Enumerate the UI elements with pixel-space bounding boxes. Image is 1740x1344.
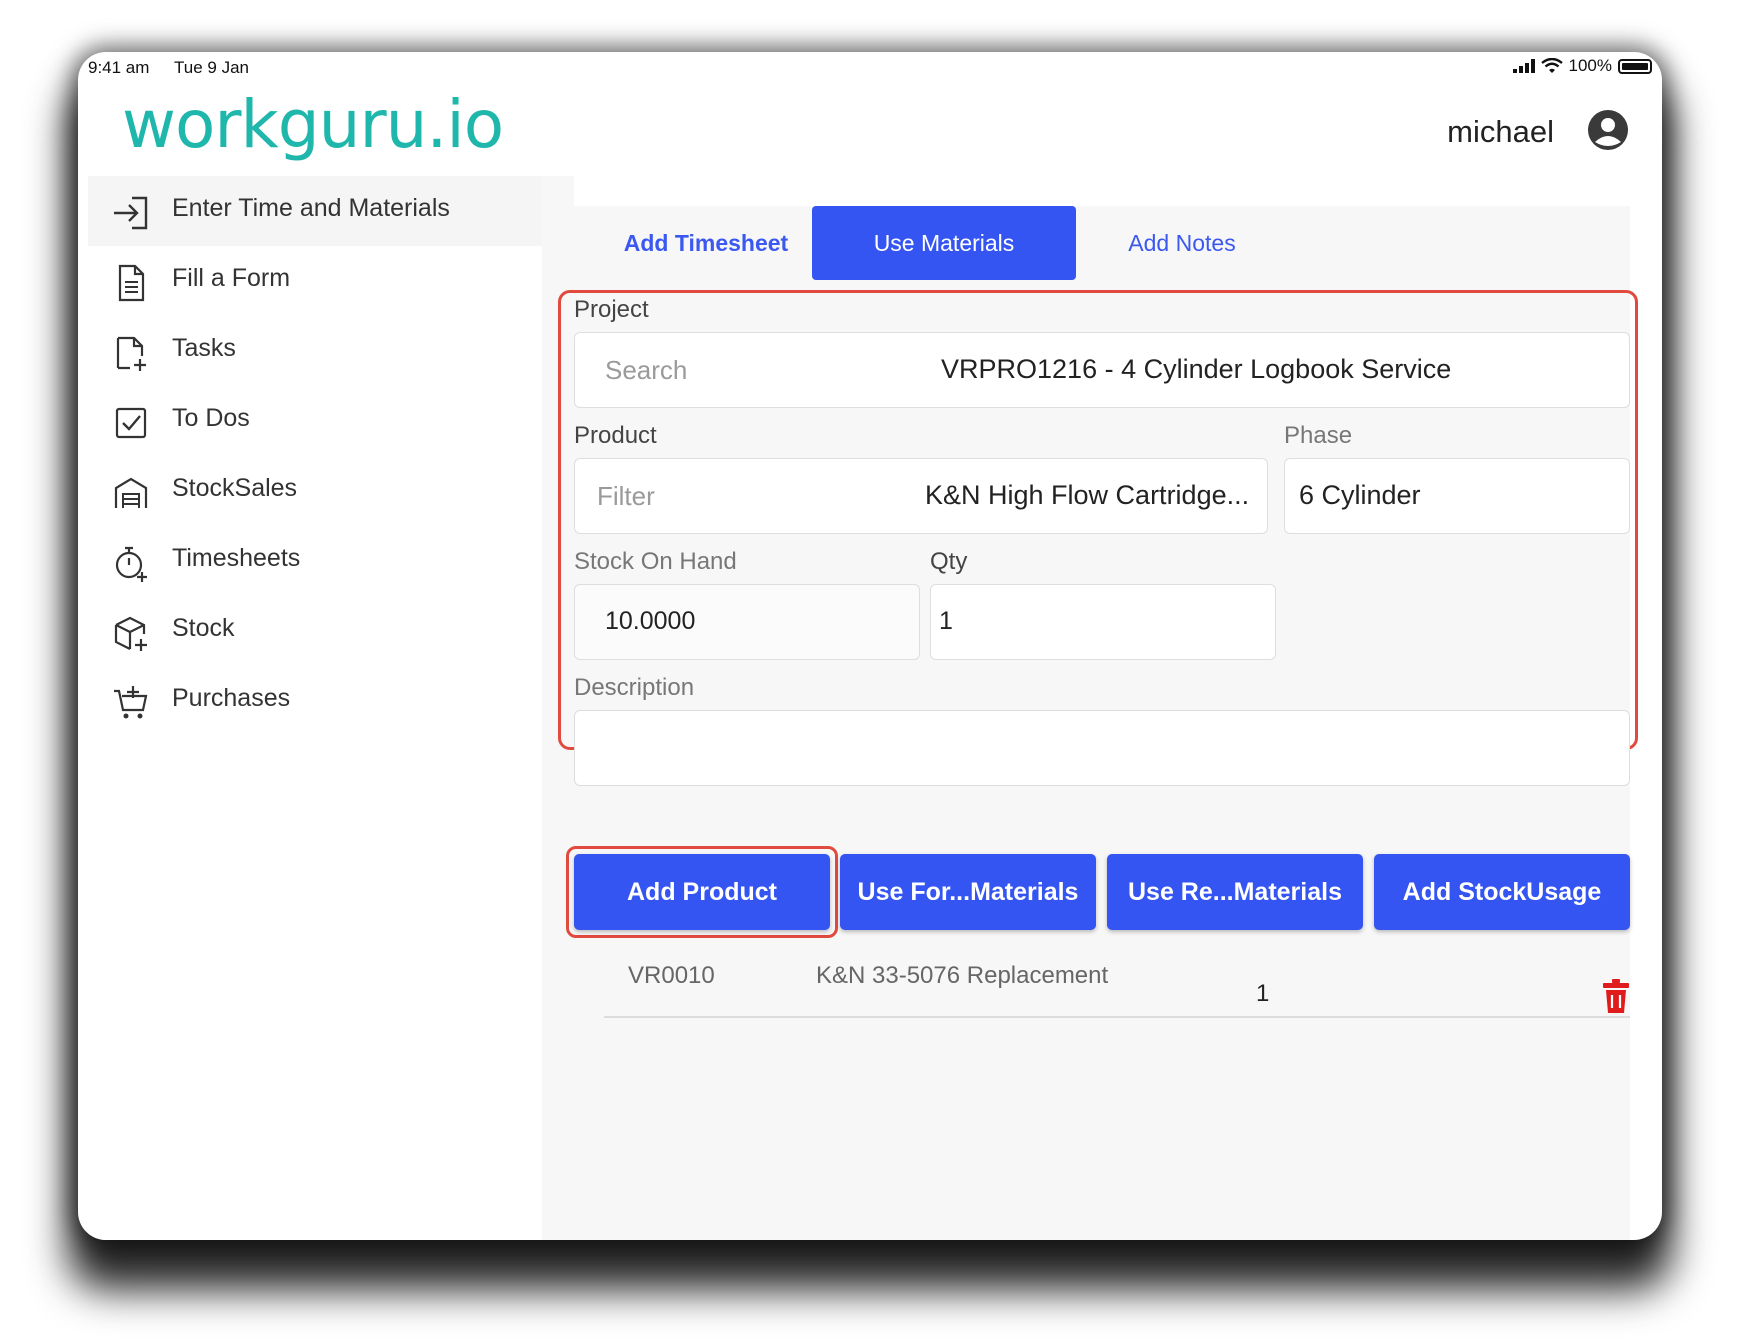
material-code: VR0010: [628, 962, 715, 989]
stock-on-hand-value: 10.0000: [605, 607, 696, 635]
trash-icon[interactable]: [1602, 978, 1630, 1014]
username: michael: [1447, 114, 1554, 149]
sidebar-item-timesheets[interactable]: Timesheets: [88, 526, 542, 596]
status-date: Tue 9 Jan: [174, 58, 249, 77]
add-stock-usage-button[interactable]: Add StockUsage: [1374, 854, 1630, 930]
cart-add-icon: [114, 686, 148, 719]
product-label: Product: [574, 422, 657, 449]
row-divider: [604, 1016, 1630, 1018]
sidebar-item-label: To Dos: [172, 404, 250, 432]
sidebar-item-label: StockSales: [172, 474, 298, 502]
phase-value: 6 Cylinder: [1299, 480, 1421, 510]
sidebar-item-tasks[interactable]: Tasks: [88, 316, 542, 386]
sidebar-item-label: Stock: [172, 614, 235, 642]
sidebar-item-label: Enter Time and Materials: [172, 194, 450, 222]
sign-in-icon: [114, 196, 148, 230]
material-description: K&N 33-5076 Replacement: [816, 962, 1109, 989]
sidebar-item-label: Tasks: [172, 334, 236, 362]
sidebar-item-purchases[interactable]: Purchases: [88, 666, 542, 736]
tab-add-timesheet[interactable]: Add Timesheet: [574, 206, 838, 280]
battery-icon: [1618, 58, 1652, 74]
stopwatch-icon: [115, 546, 147, 582]
battery-percent: 100%: [1568, 56, 1612, 75]
qty-input[interactable]: 1: [930, 584, 1276, 660]
project-value: VRPRO1216 - 4 Cylinder Logbook Service: [941, 354, 1452, 384]
sidebar: Enter Time and Materials Fill a Form Tas…: [88, 176, 542, 1240]
project-label: Project: [574, 296, 649, 323]
sidebar-item-label: Timesheets: [172, 544, 301, 572]
qty-value: 1: [939, 607, 953, 635]
sidebar-item-stock[interactable]: Stock: [88, 596, 542, 666]
sidebar-item-label: Purchases: [172, 684, 291, 712]
phase-label: Phase: [1284, 422, 1353, 449]
product-placeholder: Filter: [597, 481, 655, 511]
sidebar-item-stocksales[interactable]: StockSales: [88, 456, 542, 526]
status-time: 9:41 am: [88, 58, 150, 77]
material-qty: 1: [1256, 980, 1270, 1007]
description-label: Description: [574, 674, 695, 701]
materials-panel: Add Timesheet Use Materials Add Notes Pr…: [558, 206, 1638, 1240]
task-add-icon: [116, 336, 146, 371]
project-placeholder: Search: [605, 355, 688, 385]
wifi-icon: [1540, 58, 1563, 73]
status-indicators: 100%: [1512, 56, 1652, 76]
sidebar-item-label: Fill a Form: [172, 264, 291, 292]
tab-use-materials[interactable]: Use Materials: [812, 206, 1076, 280]
stock-on-hand-label: Stock On Hand: [574, 548, 737, 575]
user-avatar-icon[interactable]: [1586, 108, 1630, 152]
tab-add-notes[interactable]: Add Notes: [1050, 206, 1314, 280]
checkbox-icon: [115, 407, 147, 439]
phase-select[interactable]: 6 Cylinder: [1284, 458, 1630, 534]
add-product-button[interactable]: Add Product: [574, 854, 830, 930]
sidebar-item-enter-time-materials[interactable]: Enter Time and Materials: [88, 176, 542, 246]
signal-icon: [1512, 59, 1535, 73]
sidebar-item-to-dos[interactable]: To Dos: [88, 386, 542, 456]
ipad-screen: 9:41 am Tue 9 Jan 100% workguru.io micha…: [78, 52, 1662, 1240]
sidebar-item-fill-a-form[interactable]: Fill a Form: [88, 246, 542, 316]
warehouse-icon: [114, 477, 148, 508]
product-filter-field[interactable]: Filter K&N High Flow Cartridge...: [574, 458, 1268, 534]
status-bar: 9:41 am Tue 9 Jan 100%: [78, 52, 1662, 88]
qty-label: Qty: [930, 548, 968, 575]
list-item: VR0010 K&N 33-5076 Replacement 1: [574, 948, 1630, 1018]
project-search-field[interactable]: Search VRPRO1216 - 4 Cylinder Logbook Se…: [574, 332, 1630, 408]
stock-on-hand-field: 10.0000: [574, 584, 920, 660]
document-icon: [118, 264, 145, 302]
use-for-materials-button[interactable]: Use For...Materials: [840, 854, 1096, 930]
product-value: K&N High Flow Cartridge...: [925, 480, 1250, 510]
app-logo: workguru.io: [122, 86, 504, 163]
description-input[interactable]: [574, 710, 1630, 786]
package-add-icon: [114, 616, 147, 651]
use-re-materials-button[interactable]: Use Re...Materials: [1107, 854, 1363, 930]
